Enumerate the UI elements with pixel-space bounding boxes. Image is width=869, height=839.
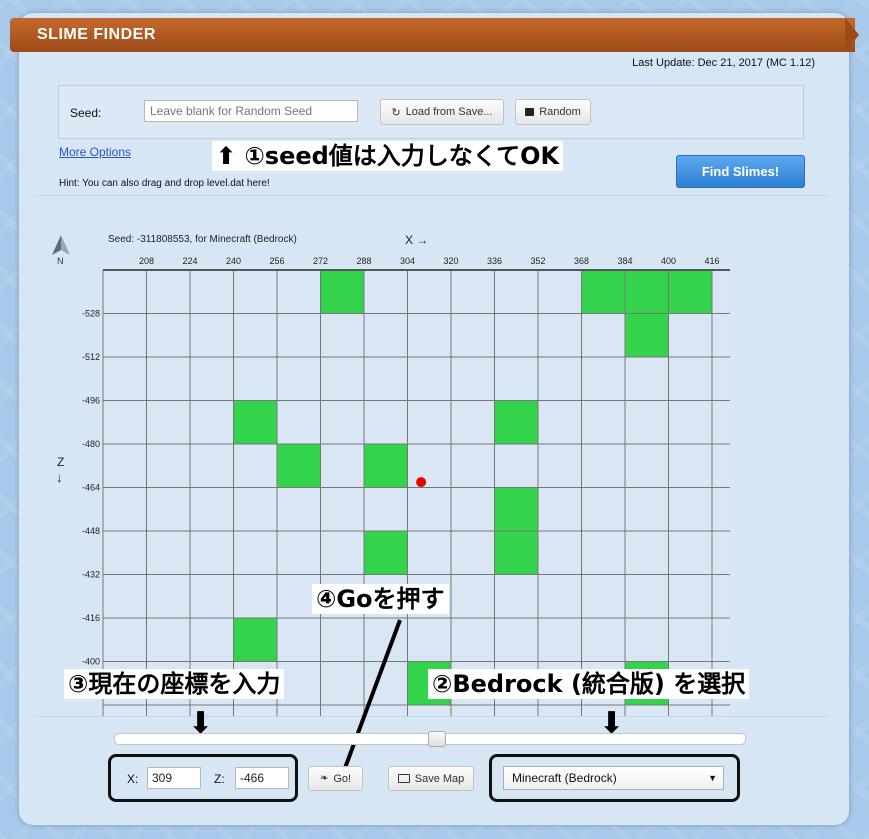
slime-chunk <box>668 270 712 314</box>
x-coord-input[interactable] <box>147 767 201 789</box>
x-tick-label: 368 <box>574 256 589 266</box>
x-tick-label: 256 <box>269 256 284 266</box>
slime-chunk <box>625 270 669 314</box>
x-tick-label: 384 <box>617 256 632 266</box>
z-coord-label: Z: <box>214 772 225 786</box>
x-tick-label: 224 <box>182 256 197 266</box>
x-tick-label: 352 <box>530 256 545 266</box>
slime-chunk <box>233 400 277 444</box>
slime-chunk <box>494 400 538 444</box>
z-tick-label: -432 <box>82 570 100 580</box>
z-tick-label: -496 <box>82 396 100 406</box>
go-button[interactable]: ❧ Go! <box>308 766 363 791</box>
edition-select[interactable]: Minecraft (Bedrock) ▼ <box>503 766 724 790</box>
x-tick-label: 400 <box>661 256 676 266</box>
save-map-button[interactable]: Save Map <box>388 766 474 791</box>
x-tick-label: 320 <box>443 256 458 266</box>
z-axis-label: Z <box>57 455 64 469</box>
slime-chunk <box>320 270 364 314</box>
zoom-slider-handle[interactable] <box>428 731 446 747</box>
folder-icon <box>397 774 410 783</box>
save-map-label: Save Map <box>414 772 465 785</box>
z-tick-label: -448 <box>82 526 100 536</box>
z-tick-label: -400 <box>82 657 100 667</box>
x-tick-label: 288 <box>356 256 371 266</box>
z-tick-label: -464 <box>82 483 100 493</box>
slime-chunk <box>233 618 277 662</box>
slime-chunk <box>277 444 321 488</box>
leaf-icon: ❧ <box>319 773 329 784</box>
go-label: Go! <box>333 772 352 785</box>
annotation-step3: ③現在の座標を入力 <box>64 669 285 699</box>
annotation-step1-text: ①seed値は入力しなくてOK <box>244 142 560 170</box>
edition-select-value: Minecraft (Bedrock) <box>512 771 617 785</box>
slime-map[interactable]: Seed: -311808553, for Minecraft (Bedrock… <box>0 0 869 839</box>
z-tick-label: -416 <box>82 613 100 623</box>
x-tick-label: 208 <box>139 256 154 266</box>
up-arrow-icon: ⬆ <box>216 142 237 170</box>
x-tick-label: 416 <box>704 256 719 266</box>
annotation-step2: ②Bedrock (統合版) を選択 <box>428 669 750 699</box>
x-axis-label: X → <box>405 233 428 247</box>
x-tick-label: 336 <box>487 256 502 266</box>
slime-chunk <box>581 270 625 314</box>
annotation-step1: ⬆ ①seed値は入力しなくてOK <box>212 141 564 171</box>
slime-chunk <box>494 487 538 531</box>
chevron-down-icon: ▼ <box>708 773 717 783</box>
slime-chunk <box>364 531 408 575</box>
slime-chunk <box>364 444 408 488</box>
z-tick-label: -528 <box>82 309 100 319</box>
x-tick-label: 304 <box>400 256 415 266</box>
slime-chunk <box>494 531 538 575</box>
slime-chunk <box>625 313 669 357</box>
z-tick-label: -480 <box>82 439 100 449</box>
annotation-step4: ④Goを押す <box>312 584 449 614</box>
x-tick-label: 240 <box>226 256 241 266</box>
x-tick-label: 272 <box>313 256 328 266</box>
z-tick-label: -512 <box>82 352 100 362</box>
z-axis-arrow: ↓ <box>56 470 63 485</box>
player-position-marker <box>416 477 427 488</box>
z-coord-input[interactable] <box>235 767 289 789</box>
x-coord-label: X: <box>127 772 139 786</box>
map-caption: Seed: -311808553, for Minecraft (Bedrock… <box>108 234 297 245</box>
